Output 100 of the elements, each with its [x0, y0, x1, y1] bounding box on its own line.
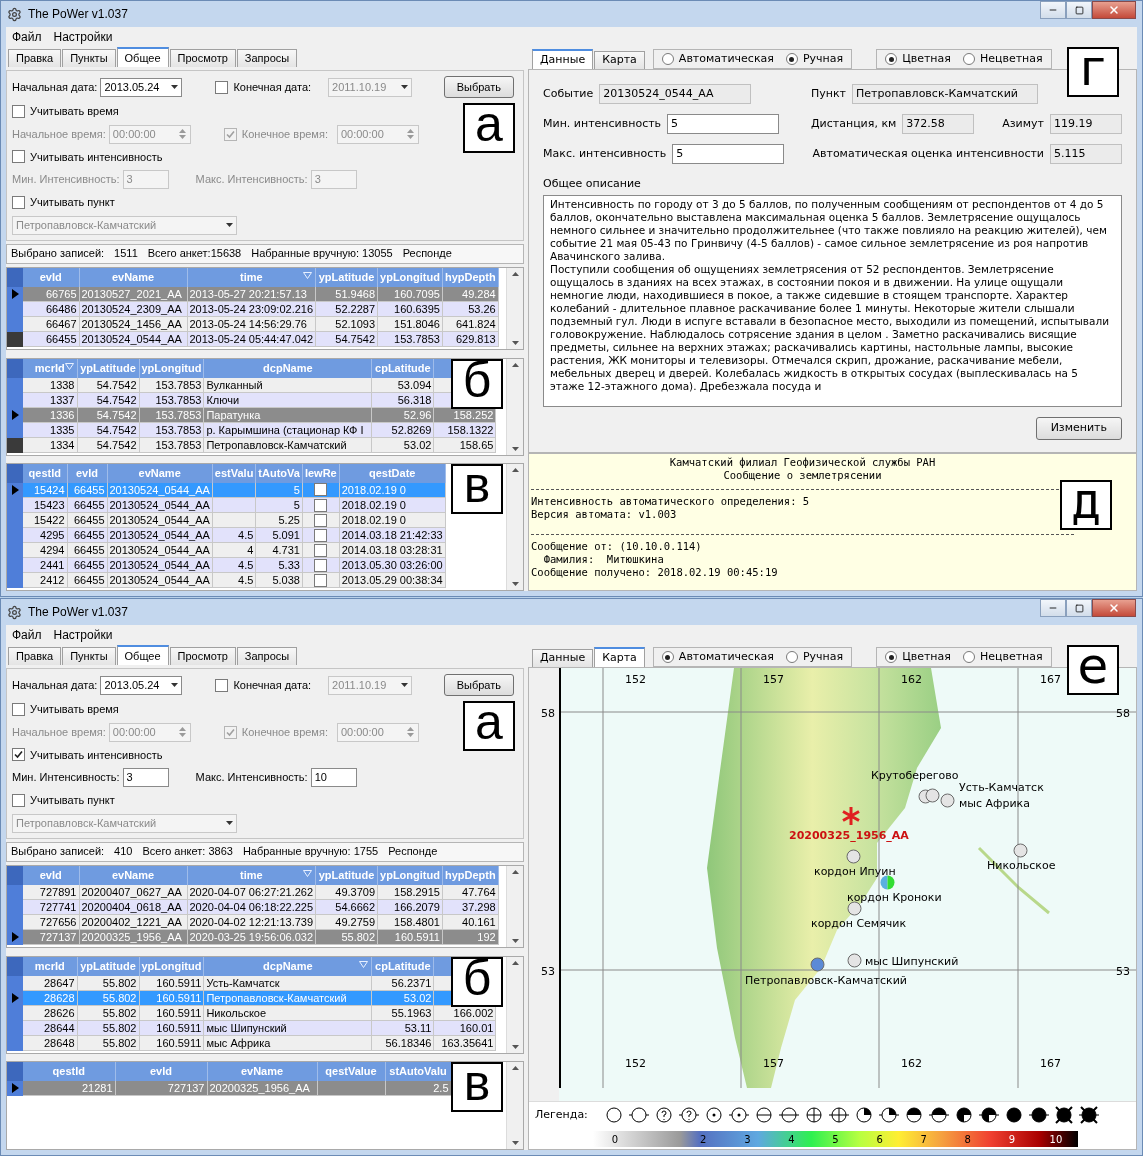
column-header[interactable]: evName — [79, 267, 187, 287]
scroll-down-icon[interactable] — [511, 582, 519, 586]
menu-item[interactable]: Настройки — [53, 28, 113, 46]
minimize-button[interactable] — [1040, 1, 1066, 19]
checkbox[interactable] — [314, 573, 328, 587]
column-header[interactable]: ypLongitud — [377, 865, 443, 885]
station-marker[interactable] — [847, 901, 862, 916]
column-header[interactable]: ypLatitude — [77, 358, 139, 378]
maximize-icon[interactable] — [1074, 5, 1084, 15]
radio-button[interactable] — [785, 651, 798, 663]
station-marker[interactable] — [847, 953, 862, 968]
date-field[interactable]: 2011.10.19 — [328, 675, 413, 695]
checkbox[interactable] — [12, 748, 25, 762]
column-header[interactable]: stAutoValu — [385, 1061, 451, 1081]
time-field[interactable]: 00:00:00 — [108, 124, 191, 144]
radio-button[interactable] — [661, 53, 674, 65]
checkbox[interactable] — [314, 483, 328, 497]
scroll-up-icon[interactable] — [511, 467, 519, 472]
scroll-up-icon[interactable] — [511, 869, 519, 874]
column-header[interactable]: evId — [115, 1061, 207, 1081]
checkbox[interactable] — [314, 513, 328, 527]
close-button[interactable] — [1092, 599, 1136, 617]
scroll-up-icon[interactable] — [511, 271, 519, 276]
column-header[interactable]: mcrId — [23, 956, 77, 976]
scrollbar[interactable] — [506, 956, 523, 1053]
station-marker[interactable] — [940, 793, 955, 808]
tab[interactable]: Данные — [532, 649, 594, 667]
dropdown-caret-icon[interactable] — [226, 223, 233, 227]
scrollbar[interactable] — [506, 463, 523, 590]
menu-item[interactable]: Файл — [12, 28, 42, 46]
radio-button[interactable] — [661, 651, 674, 663]
intensity-field[interactable]: 3 — [122, 768, 169, 787]
column-header[interactable]: evName — [107, 463, 213, 483]
station-dropdown[interactable]: Петропавловск-Камчатский — [12, 813, 237, 833]
close-icon[interactable] — [1108, 602, 1120, 614]
checkbox[interactable] — [314, 528, 328, 542]
checkbox[interactable] — [223, 127, 237, 141]
column-header[interactable]: qestValue — [317, 1061, 385, 1081]
column-header[interactable]: evName — [79, 865, 187, 885]
column-header[interactable]: qestId — [23, 463, 67, 483]
dropdown-caret-icon[interactable] — [226, 821, 233, 825]
tab[interactable]: Общее — [116, 645, 169, 665]
column-header[interactable]: cpLatitude — [371, 358, 434, 378]
date-field[interactable]: 2011.10.19 — [328, 77, 413, 97]
column-header[interactable]: evId — [23, 267, 79, 287]
column-header[interactable]: dcpName — [203, 956, 372, 976]
column-header[interactable]: ypLatitude — [315, 865, 378, 885]
tab[interactable]: Пункты — [62, 49, 116, 67]
distance-field[interactable]: 372.58 — [902, 114, 975, 134]
time-field[interactable]: 00:00:00 — [108, 722, 191, 742]
scrollbar[interactable] — [506, 267, 523, 349]
checkbox[interactable] — [215, 678, 229, 692]
minimize-button[interactable] — [1040, 599, 1066, 617]
station-marker[interactable] — [1013, 843, 1028, 858]
column-header[interactable]: time — [187, 267, 316, 287]
auto-intensity-field[interactable]: 5.115 — [1050, 144, 1122, 164]
column-header[interactable]: tAutoVa — [255, 463, 303, 483]
maximize-icon[interactable] — [1074, 603, 1084, 613]
column-header[interactable]: evName — [207, 1061, 317, 1081]
dropdown-caret-icon[interactable] — [171, 85, 179, 89]
checkbox[interactable] — [12, 195, 25, 209]
checkbox[interactable] — [314, 558, 328, 572]
checkbox[interactable] — [314, 543, 328, 557]
column-header[interactable]: lewRe — [302, 463, 340, 483]
column-header[interactable]: mcrId — [23, 358, 77, 378]
scroll-up-icon[interactable] — [511, 1065, 519, 1070]
menu-item[interactable]: Настройки — [53, 626, 113, 644]
gear-icon[interactable] — [7, 604, 22, 620]
station-marker[interactable] — [880, 875, 895, 890]
checkbox[interactable] — [223, 725, 237, 739]
column-header[interactable]: ypLongitud — [377, 267, 443, 287]
column-header[interactable]: qestId — [23, 1061, 115, 1081]
tab[interactable]: Просмотр — [169, 49, 236, 67]
radio-button[interactable] — [962, 651, 975, 663]
intensity-field[interactable]: 5 — [667, 114, 780, 134]
select-button[interactable]: Выбрать — [443, 76, 514, 98]
edit-button[interactable]: Изменить — [1035, 416, 1122, 440]
scroll-down-icon[interactable] — [511, 938, 519, 943]
column-header[interactable]: evId — [67, 463, 107, 483]
dropdown-caret-icon[interactable] — [401, 85, 409, 89]
station-marker[interactable] — [846, 849, 861, 864]
scroll-down-icon[interactable] — [511, 1141, 519, 1145]
event-field[interactable]: 20130524_0544_AA — [599, 84, 752, 104]
azimuth-field[interactable]: 119.19 — [1050, 114, 1122, 134]
column-header[interactable]: time — [187, 865, 316, 885]
dropdown-caret-icon[interactable] — [401, 683, 409, 687]
station-marker[interactable] — [810, 957, 825, 972]
column-header[interactable]: cpLatitude — [371, 956, 434, 976]
scroll-down-icon[interactable] — [511, 1044, 519, 1049]
close-icon[interactable] — [1108, 4, 1120, 16]
column-header[interactable]: hypDepth — [442, 865, 499, 885]
checkbox[interactable] — [12, 104, 25, 118]
checkbox[interactable] — [12, 793, 25, 807]
close-button[interactable] — [1092, 1, 1136, 19]
intensity-field[interactable]: 5 — [672, 144, 785, 164]
scrollbar[interactable] — [506, 1061, 523, 1149]
intensity-field[interactable]: 3 — [310, 170, 357, 189]
spinner-arrows-icon[interactable] — [405, 128, 415, 140]
scrollbar[interactable] — [506, 865, 523, 947]
column-header[interactable]: dcpName — [203, 358, 372, 378]
